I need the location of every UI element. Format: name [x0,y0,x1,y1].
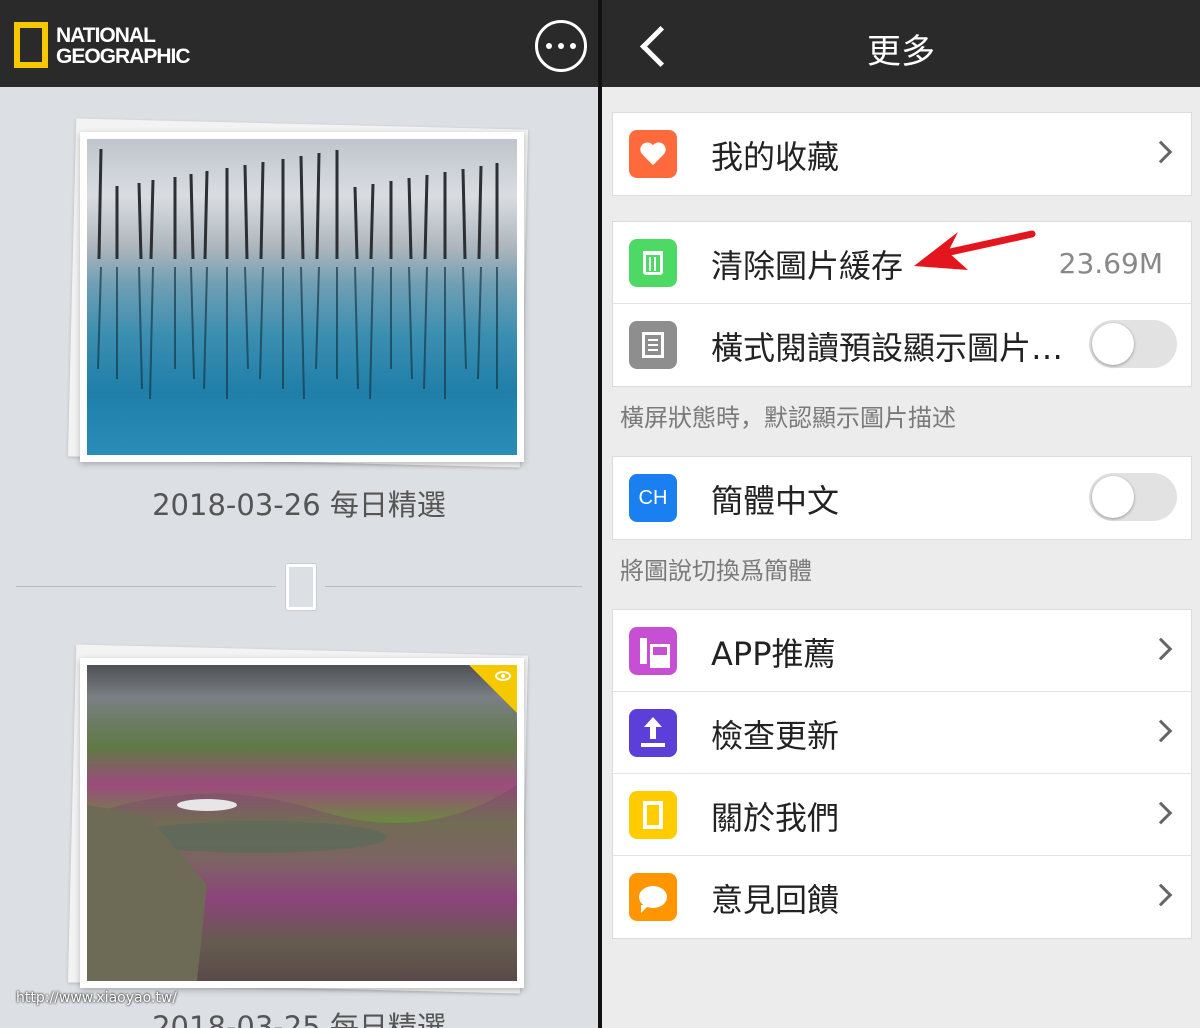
red-arrow-annotation-icon [914,230,1036,270]
row-label: 關於我們 [711,799,840,837]
settings-row-favorites[interactable]: 我的收藏 [613,113,1191,195]
settings-row-about-us[interactable]: 關於我們 [613,774,1191,856]
heart-icon [629,130,677,178]
landscape-hint: 橫屏狀態時，默認顯示圖片描述 [620,404,956,432]
chevron-right-icon [1149,719,1173,743]
settings-group-cache: 清除圖片緩存 23.69M 橫式閱讀預設顯示圖片… [612,221,1192,387]
settings-header: 更多 [602,0,1200,87]
app-logo-text: NATIONAL GEOGRAPHIC [56,24,191,68]
photo-frame [80,132,524,462]
settings-row-clear-cache[interactable]: 清除圖片緩存 23.69M [613,222,1191,304]
settings-row-feedback[interactable]: 意見回饋 [613,856,1191,938]
language-hint: 將圖說切換爲簡體 [620,557,812,585]
document-icon [629,321,677,369]
photo-card-2[interactable] [67,644,532,995]
app-grid-icon [629,627,677,675]
more-settings-panel: 更多 我的收藏 清除圖片緩存 23.69M 橫式閱讀預設顯示圖片… 橫屏狀態時，… [602,0,1200,1028]
upload-icon [629,709,677,757]
photo-frame [80,658,524,988]
photo-date-label: 2018-03-26 每日精選 [152,488,446,522]
row-label: 檢查更新 [711,717,840,755]
chat-icon [629,873,677,921]
chevron-right-icon [1149,801,1173,825]
ch-icon-text: CH [638,486,668,509]
simplified-chinese-toggle[interactable] [1089,473,1177,521]
watermark: http://www.xiaoyao.tw/ [16,990,178,1006]
row-label: 我的收藏 [711,138,840,176]
national-geographic-logo-icon [14,22,48,68]
logo-line-1: NATIONAL [56,24,156,47]
app-header: NATIONAL GEOGRAPHIC [0,0,598,87]
settings-group-favorites: 我的收藏 [612,112,1192,196]
more-options-button[interactable] [535,20,587,72]
divider-line [325,586,582,587]
landscape-toggle[interactable] [1089,320,1177,368]
photo-snowy-forest-lake [87,139,517,455]
row-label: 簡體中文 [711,482,840,520]
row-label: 清除圖片緩存 [711,247,904,285]
logo-line-2: GEOGRAPHIC [56,45,191,68]
photo-flower-valley [87,665,517,981]
frame-icon [629,791,677,839]
settings-group-about: APP推薦 檢查更新 關於我們 意見回饋 [612,609,1192,939]
eye-icon [495,671,511,681]
toggle-knob [1092,476,1134,518]
ch-icon: CH [629,474,677,522]
valley-illustration [87,785,517,981]
cache-size-value: 23.69M [1058,247,1163,280]
photo-card-1[interactable] [67,118,532,469]
settings-row-landscape-image: 橫式閱讀預設顯示圖片… [613,304,1191,386]
view-badge [469,665,517,713]
photo-date-label: 2018-03-25 每日精選 [152,1010,446,1028]
settings-row-app-recommend[interactable]: APP推薦 [613,610,1191,692]
row-label: APP推薦 [711,635,836,673]
page-title: 更多 [867,32,935,72]
chevron-right-icon [1149,883,1173,907]
settings-row-simplified-chinese: CH 簡體中文 [613,457,1191,539]
chevron-right-icon [1149,140,1173,164]
trash-icon [629,239,677,287]
chevron-right-icon [1149,637,1173,661]
daily-photo-panel: NATIONAL GEOGRAPHIC 2018-03-26 每日精選 2018… [0,0,598,1028]
divider-line [16,586,276,587]
forest-trees-illustration [97,148,499,400]
row-label: 橫式閱讀預設顯示圖片… [711,329,1064,367]
toggle-knob [1092,323,1134,365]
row-label: 意見回饋 [711,881,840,919]
settings-row-check-update[interactable]: 檢查更新 [613,692,1191,774]
settings-group-language: CH 簡體中文 [612,456,1192,540]
divider-frame-icon [286,564,316,610]
